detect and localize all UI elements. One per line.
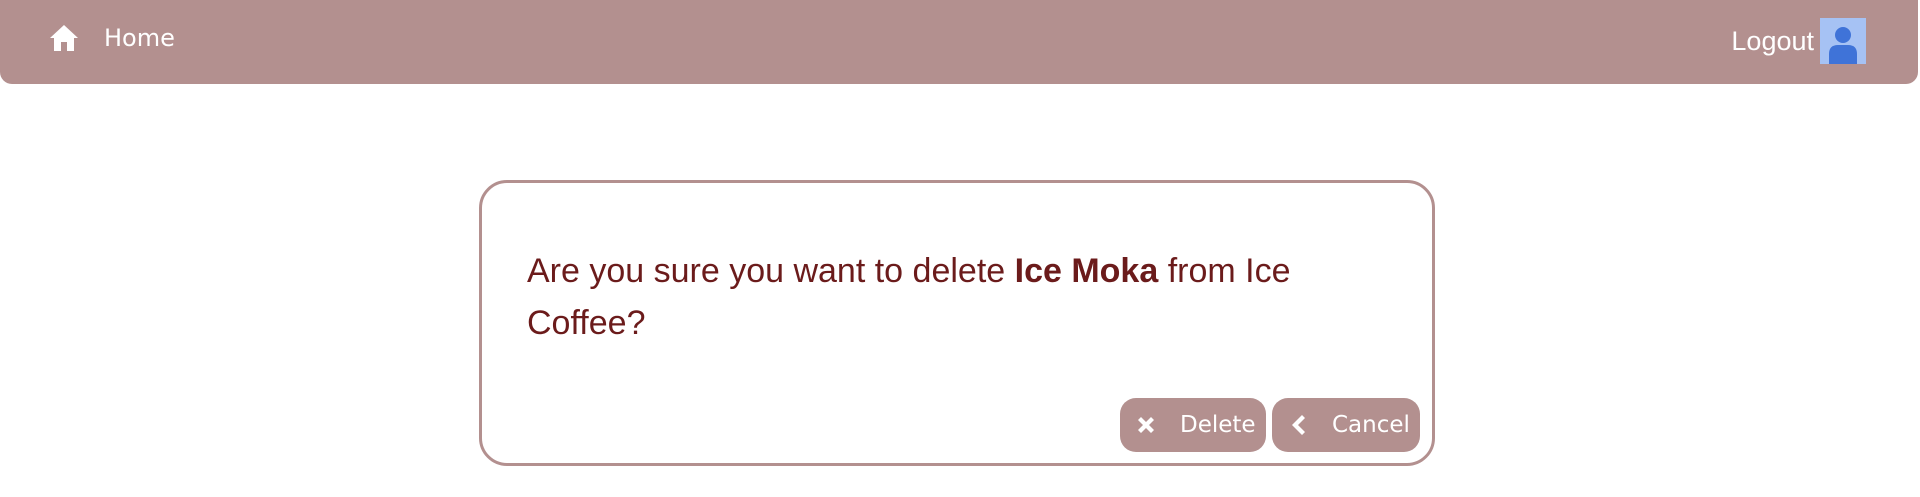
delete-confirm-dialog: Are you sure you want to delete Ice Moka… xyxy=(479,180,1435,466)
home-icon xyxy=(48,22,80,54)
delete-label: Delete xyxy=(1180,412,1256,438)
chevron-left-icon xyxy=(1286,413,1310,437)
confirm-message: Are you sure you want to delete Ice Moka… xyxy=(527,245,1387,349)
user-avatar-icon[interactable] xyxy=(1820,18,1866,64)
message-middle: from xyxy=(1158,252,1246,290)
item-name: Ice Moka xyxy=(1014,252,1159,290)
home-label: Home xyxy=(104,24,175,52)
top-navbar: Home Logout xyxy=(0,0,1918,84)
cancel-button[interactable]: Cancel xyxy=(1272,398,1420,452)
logout-link[interactable]: Logout xyxy=(1731,26,1814,57)
user-area: Logout xyxy=(1731,18,1866,64)
cancel-label: Cancel xyxy=(1332,412,1410,438)
message-suffix: ? xyxy=(626,304,646,342)
close-icon xyxy=(1134,413,1158,437)
delete-button[interactable]: Delete xyxy=(1120,398,1266,452)
message-prefix: Are you sure you want to delete xyxy=(527,252,1015,290)
home-link[interactable]: Home xyxy=(48,18,175,58)
